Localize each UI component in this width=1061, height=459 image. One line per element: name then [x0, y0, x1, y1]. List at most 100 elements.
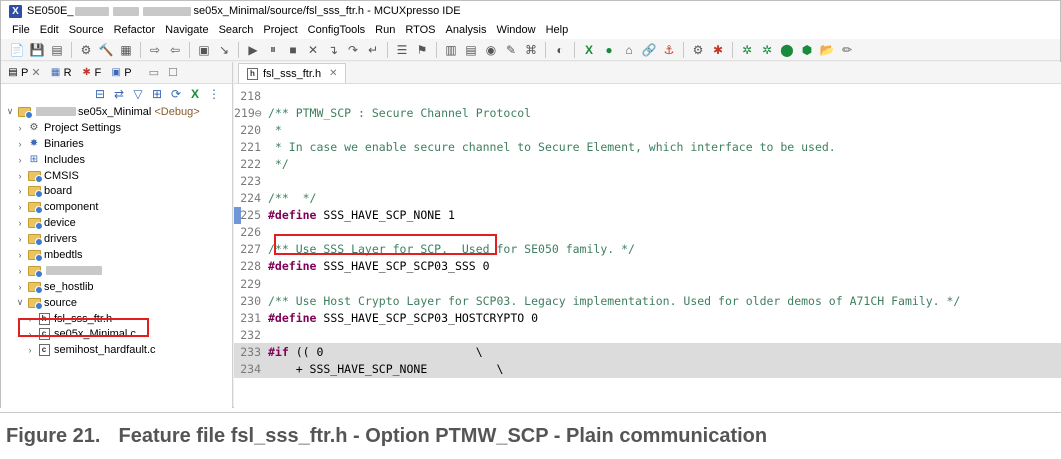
memory-icon[interactable]: ▥ — [443, 42, 459, 58]
pin-icon[interactable]: ⚓ — [661, 42, 677, 58]
resume-icon[interactable]: ▶ — [245, 42, 261, 58]
menu-item[interactable]: Source — [64, 24, 109, 36]
tree-item[interactable]: › drivers — [1, 231, 232, 247]
save-all-icon[interactable]: ▤ — [49, 42, 65, 58]
close-icon[interactable]: ✕ — [329, 68, 337, 79]
minimize-icon[interactable]: ▭ — [149, 66, 159, 79]
tree-file[interactable]: › c semihost_hardfault.c — [1, 342, 232, 358]
menu-item[interactable]: Window — [491, 24, 540, 36]
code-line[interactable]: 221 * In case we enable secure channel t… — [234, 138, 1061, 155]
link-editor-icon[interactable]: ⇄ — [111, 86, 127, 102]
forward-icon[interactable]: ⇨ — [147, 42, 163, 58]
menu-item[interactable]: Run — [370, 24, 400, 36]
menu-item[interactable]: Navigate — [160, 24, 213, 36]
save-icon[interactable]: 💾 — [29, 42, 45, 58]
suspend-icon[interactable]: ⏸ — [265, 42, 281, 58]
tree-item[interactable]: › ⚙ Project Settings — [1, 120, 232, 136]
code-line[interactable]: 231 #define SSS_HAVE_SCP_SCP03_HOSTCRYPTO… — [234, 309, 1061, 326]
new-icon[interactable]: 📄 — [9, 42, 25, 58]
code-area[interactable]: 218 219⊖ /** PTMW_SCP : Secure Channel Pro… — [234, 87, 1061, 378]
sync-icon[interactable]: ⟳ — [168, 86, 184, 102]
menu-item[interactable]: Edit — [35, 24, 64, 36]
tree-item[interactable]: › board — [1, 183, 232, 199]
tab-peripherals[interactable]: ▣ P — [110, 67, 132, 79]
code-line[interactable]: 218 — [234, 87, 1061, 104]
chevron-right-icon[interactable]: › — [15, 218, 25, 228]
code-line[interactable]: 224 /** */ — [234, 190, 1061, 207]
home-icon[interactable]: ⌂ — [621, 42, 637, 58]
chevron-right-icon[interactable]: › — [15, 266, 25, 276]
tab-fsl-sss-ftr-h[interactable]: h fsl_sss_ftr.h ✕ — [238, 63, 347, 83]
code-line[interactable]: 223 — [234, 172, 1061, 189]
step-over-icon[interactable]: ↷ — [345, 42, 361, 58]
menu-item[interactable]: ConfigTools — [303, 24, 370, 36]
clean-icon[interactable]: ▦ — [118, 42, 134, 58]
code-line[interactable]: 233 #if (( 0 \ — [234, 343, 1061, 361]
open-folder-icon[interactable]: 📂 — [819, 42, 835, 58]
variables-icon[interactable]: ✎ — [503, 42, 519, 58]
chevron-right-icon[interactable]: › — [15, 155, 25, 165]
tree-item[interactable]: › component — [1, 199, 232, 215]
project-root[interactable]: ∨ se05x_Minimal <Debug> — [1, 104, 232, 120]
debug-config-icon[interactable]: ✲ — [759, 42, 775, 58]
peripherals-icon[interactable]: ⚑ — [414, 42, 430, 58]
edit-icon[interactable]: ✏ — [839, 42, 855, 58]
chevron-right-icon[interactable]: › — [15, 250, 25, 260]
chevron-right-icon[interactable]: › — [15, 123, 25, 133]
skip-icon[interactable]: ↘ — [216, 42, 232, 58]
gui-flash-icon[interactable]: X — [187, 86, 203, 102]
menu-item[interactable]: RTOS — [400, 24, 440, 36]
chevron-right-icon[interactable]: › — [15, 234, 25, 244]
code-line[interactable]: 230 /** Use Host Crypto Layer for SCP03. … — [234, 292, 1061, 309]
debug-icon[interactable]: ✲ — [739, 42, 755, 58]
tree-item[interactable]: › se_hostlib — [1, 279, 232, 295]
chevron-right-icon[interactable]: › — [15, 282, 25, 292]
menu-item[interactable]: Help — [541, 24, 574, 36]
chevron-right-icon[interactable]: › — [15, 171, 25, 181]
breakpoints-icon[interactable]: ◉ — [483, 42, 499, 58]
menu-item[interactable]: File — [7, 24, 35, 36]
tab-project-explorer[interactable]: ▤ P ✕ — [7, 66, 40, 80]
bug-icon[interactable]: ✱ — [710, 42, 726, 58]
chevron-right-icon[interactable]: › — [15, 202, 25, 212]
gui-flash-icon[interactable]: X — [581, 42, 597, 58]
chevron-down-icon[interactable]: ∨ — [5, 106, 15, 117]
code-line[interactable]: 222 */ — [234, 155, 1061, 172]
menu-item[interactable]: Project — [258, 24, 302, 36]
back-icon[interactable]: ⇦ — [167, 42, 183, 58]
menu-item[interactable]: Refactor — [109, 24, 161, 36]
tree-item[interactable]: › device — [1, 215, 232, 231]
chevron-right-icon[interactable]: › — [25, 345, 35, 355]
tree-item[interactable]: › ✸ Binaries — [1, 136, 232, 152]
tree-item[interactable]: › CMSIS — [1, 168, 232, 184]
code-line[interactable]: 232 — [234, 326, 1061, 343]
trace-icon[interactable]: ◐ — [552, 42, 568, 58]
terminate-icon[interactable]: ■ — [285, 42, 301, 58]
menu-item[interactable]: Search — [214, 24, 259, 36]
chevron-right-icon[interactable]: › — [15, 186, 25, 196]
chevron-right-icon[interactable]: › — [15, 139, 25, 149]
code-line[interactable]: 219⊖ /** PTMW_SCP : Secure Channel Protoc… — [234, 104, 1061, 121]
maximize-icon[interactable]: ☐ — [168, 66, 178, 79]
menu-item[interactable]: Analysis — [441, 24, 492, 36]
tree-item[interactable]: › mbedtls — [1, 247, 232, 263]
settings-icon[interactable]: ⚙ — [78, 42, 94, 58]
grid-icon[interactable]: ⊞ — [149, 86, 165, 102]
step-return-icon[interactable]: ↵ — [365, 42, 381, 58]
code-line[interactable]: 234 + SSS_HAVE_SCP_NONE \ — [234, 360, 1061, 378]
disconnect-icon[interactable]: ✕ — [305, 42, 321, 58]
view-menu-icon[interactable]: ⋮ — [206, 86, 222, 102]
expressions-icon[interactable]: ⌘ — [523, 42, 539, 58]
step-into-icon[interactable]: ↴ — [325, 42, 341, 58]
code-line[interactable]: 229 — [234, 275, 1061, 292]
build-icon[interactable]: 🔨 — [98, 42, 114, 58]
registers-icon[interactable]: ☰ — [394, 42, 410, 58]
code-line[interactable]: 228 #define SSS_HAVE_SCP_SCP03_SSS 0 — [234, 258, 1061, 275]
collapse-all-icon[interactable]: ⊟ — [92, 86, 108, 102]
external-tools-icon[interactable]: ⚙ — [690, 42, 706, 58]
close-icon[interactable]: ✕ — [31, 66, 40, 79]
chevron-down-icon[interactable]: ∨ — [15, 297, 25, 308]
tree-item[interactable]: › ⊞ Includes — [1, 152, 232, 168]
code-line[interactable]: 220 * — [234, 121, 1061, 138]
run-icon[interactable]: ⬤ — [779, 42, 795, 58]
